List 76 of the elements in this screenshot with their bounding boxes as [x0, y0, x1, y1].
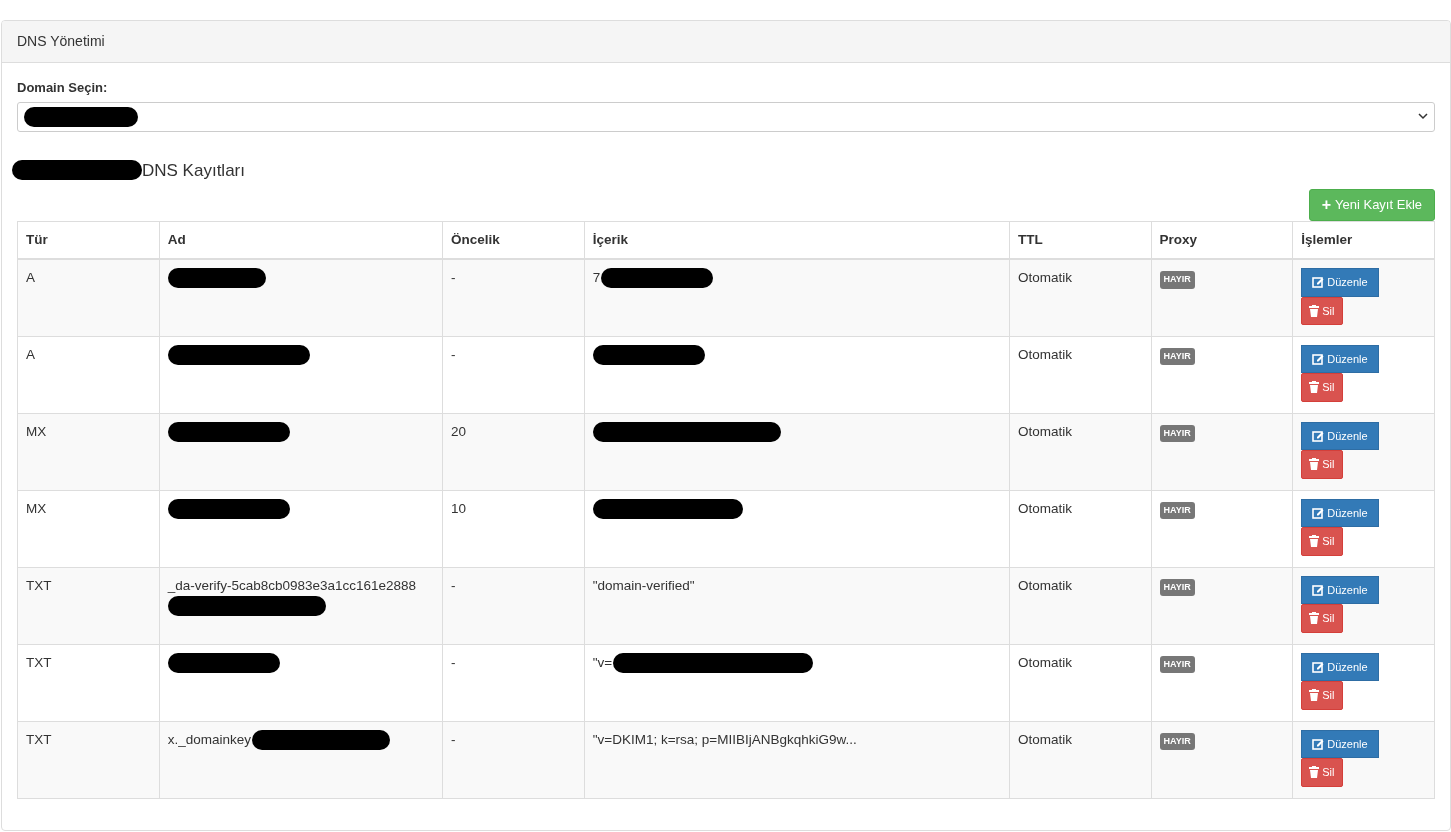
- delete-button[interactable]: Sil: [1301, 681, 1343, 710]
- edit-icon: [1312, 660, 1325, 673]
- edit-icon: [1312, 276, 1325, 289]
- table-cell: Otomatik: [1017, 577, 1072, 593]
- table-cell: Otomatik: [1017, 270, 1072, 285]
- trash-icon: [1309, 535, 1320, 548]
- edit-button[interactable]: Düzenle: [1301, 421, 1379, 450]
- column-header: İşlemler: [1301, 231, 1353, 247]
- proxy-badge: HAYIR: [1159, 501, 1195, 519]
- column-header: Proxy: [1159, 231, 1198, 247]
- table-cell: TXT: [26, 577, 52, 593]
- table-cell: 20: [451, 423, 467, 439]
- table-cell: -: [451, 577, 456, 593]
- proxy-badge: HAYIR: [1159, 732, 1195, 750]
- panel-title: DNS Yönetimi: [2, 21, 1450, 63]
- add-record-button[interactable]: + Yeni Kayıt Ekle: [1308, 189, 1435, 221]
- table-cell: -: [451, 654, 456, 670]
- field-label: Domain Seçin:: [17, 79, 109, 97]
- table-cell-text: 7: [592, 269, 601, 287]
- delete-button[interactable]: Sil: [1301, 604, 1343, 633]
- table-cell: 10: [451, 500, 467, 516]
- column-header: Ad: [167, 231, 186, 247]
- table-cell: TXT: [26, 654, 52, 670]
- trash-icon: [1309, 612, 1320, 625]
- table-cell-text: "v=DKIM1; k=rsa; p=MIIBIjANBgkqhkiG9w...: [592, 730, 857, 749]
- table-cell: -: [451, 346, 456, 362]
- column-header: İçerik: [592, 231, 629, 247]
- edit-icon: [1312, 506, 1325, 519]
- edit-button[interactable]: Düzenle: [1301, 729, 1379, 758]
- domain-select[interactable]: [17, 101, 1435, 132]
- trash-icon: [1309, 381, 1320, 394]
- table-cell: -: [451, 731, 456, 747]
- trash-icon: [1309, 766, 1320, 779]
- table-cell: MX: [26, 500, 47, 516]
- edit-icon: [1312, 737, 1325, 750]
- table-cell: -: [451, 270, 456, 285]
- column-header: Tür: [26, 231, 48, 247]
- table-cell: TXT: [26, 731, 52, 747]
- delete-button[interactable]: Sil: [1301, 758, 1343, 787]
- table-cell-text: "v=: [592, 653, 613, 672]
- proxy-badge: HAYIR: [1159, 578, 1195, 596]
- delete-button[interactable]: Sil: [1301, 527, 1343, 556]
- trash-icon: [1309, 458, 1320, 471]
- delete-button[interactable]: Sil: [1301, 450, 1343, 479]
- table-cell: A: [26, 346, 35, 362]
- proxy-badge: HAYIR: [1159, 655, 1195, 673]
- delete-button[interactable]: Sil: [1301, 296, 1343, 325]
- proxy-badge: HAYIR: [1159, 424, 1195, 442]
- edit-button[interactable]: Düzenle: [1301, 652, 1379, 681]
- table-cell: Otomatik: [1017, 500, 1072, 516]
- edit-button[interactable]: Düzenle: [1301, 268, 1379, 297]
- edit-icon: [1312, 352, 1325, 365]
- section-heading: DNS Kayıtları: [142, 159, 245, 182]
- edit-icon: [1312, 583, 1325, 596]
- table-cell: Otomatik: [1017, 346, 1072, 362]
- trash-icon: [1309, 689, 1320, 702]
- edit-button[interactable]: Düzenle: [1301, 344, 1379, 373]
- chevron-down-icon: [1418, 113, 1428, 120]
- table-cell-text: "domain-verified": [592, 576, 695, 595]
- table-cell: A: [26, 270, 35, 285]
- table-cell-text: x._domainkey: [167, 730, 251, 749]
- proxy-badge: HAYIR: [1159, 347, 1195, 365]
- proxy-badge: HAYIR: [1159, 271, 1195, 289]
- edit-button[interactable]: Düzenle: [1301, 498, 1379, 527]
- table-cell: MX: [26, 423, 47, 439]
- delete-button[interactable]: Sil: [1301, 373, 1343, 402]
- table-cell: Otomatik: [1017, 423, 1072, 439]
- trash-icon: [1309, 304, 1320, 317]
- edit-icon: [1312, 429, 1325, 442]
- table-cell: Otomatik: [1017, 654, 1072, 670]
- column-header: TTL: [1017, 231, 1043, 247]
- column-header: Öncelik: [451, 231, 500, 247]
- table-cell-text: _da-verify-5cab8cb0983e3a1cc161e2888: [167, 576, 417, 595]
- table-cell: Otomatik: [1017, 731, 1072, 747]
- plus-icon: +: [1321, 196, 1332, 213]
- edit-button[interactable]: Düzenle: [1301, 575, 1379, 604]
